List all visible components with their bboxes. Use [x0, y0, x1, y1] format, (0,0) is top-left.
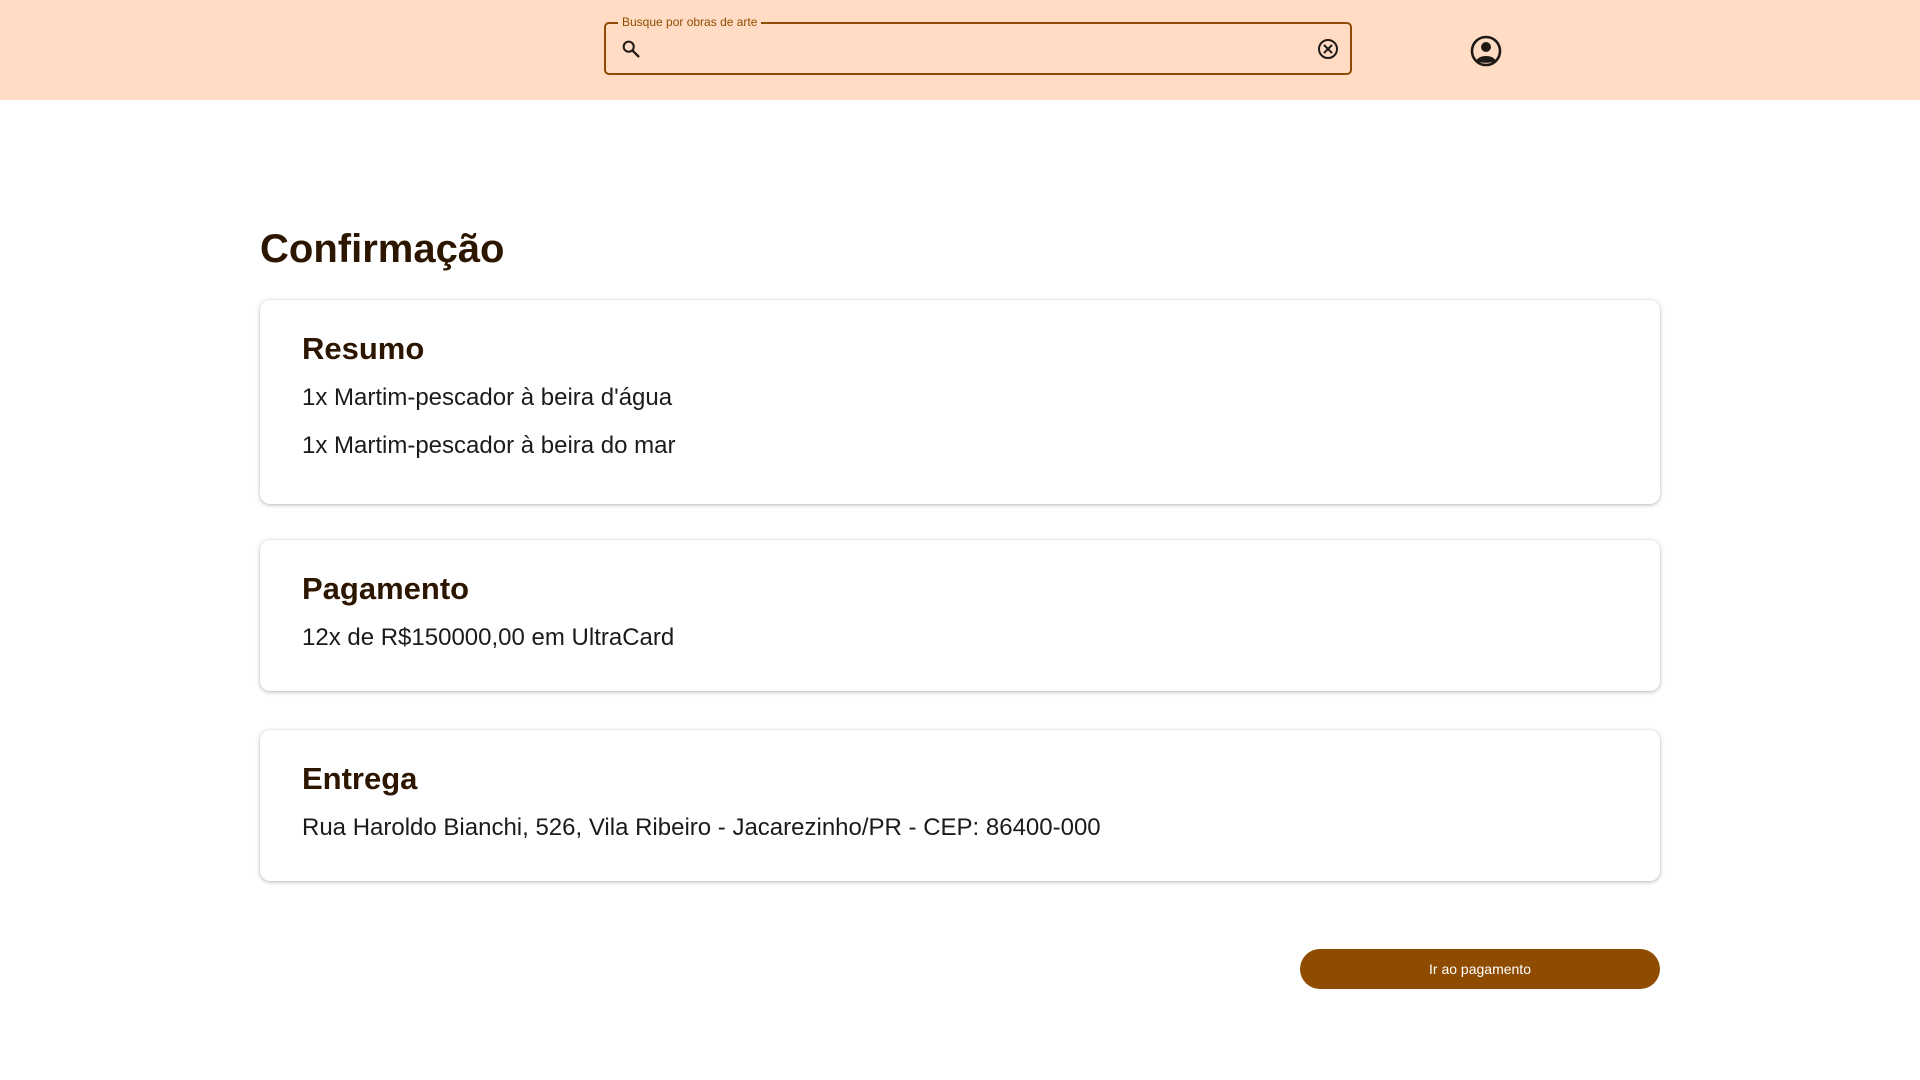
search-field-label: Busque por obras de arte: [618, 15, 762, 29]
delivery-title: Entrega: [302, 761, 418, 796]
payment-card: Pagamento 12x de R$150000,00 em UltraCar…: [260, 540, 1660, 691]
payment-title: Pagamento: [302, 571, 470, 606]
delivery-card: Entrega Rua Haroldo Bianchi, 526, Vila R…: [260, 730, 1660, 881]
payment-details: 12x de R$150000,00 em UltraCard: [302, 624, 675, 651]
go-to-payment-button[interactable]: Ir ao pagamento: [1300, 949, 1660, 989]
page-title: Confirmação: [260, 227, 505, 271]
summary-item: 1x Martim-pescador à beira d'água: [302, 384, 673, 411]
search-icon: [620, 38, 642, 60]
account-circle-icon[interactable]: [1469, 34, 1503, 68]
summary-item: 1x Martim-pescador à beira do mar: [302, 432, 676, 459]
delivery-address: Rua Haroldo Bianchi, 526, Vila Ribeiro -…: [302, 814, 1101, 841]
clear-search-icon[interactable]: [1316, 37, 1340, 61]
top-app-bar: Busque por obras de arte: [0, 0, 1920, 100]
summary-card: Resumo 1x Martim-pescador à beira d'água…: [260, 300, 1660, 504]
search-input[interactable]: [654, 30, 1274, 66]
summary-title: Resumo: [302, 331, 425, 366]
search-field[interactable]: Busque por obras de arte: [604, 15, 1352, 75]
